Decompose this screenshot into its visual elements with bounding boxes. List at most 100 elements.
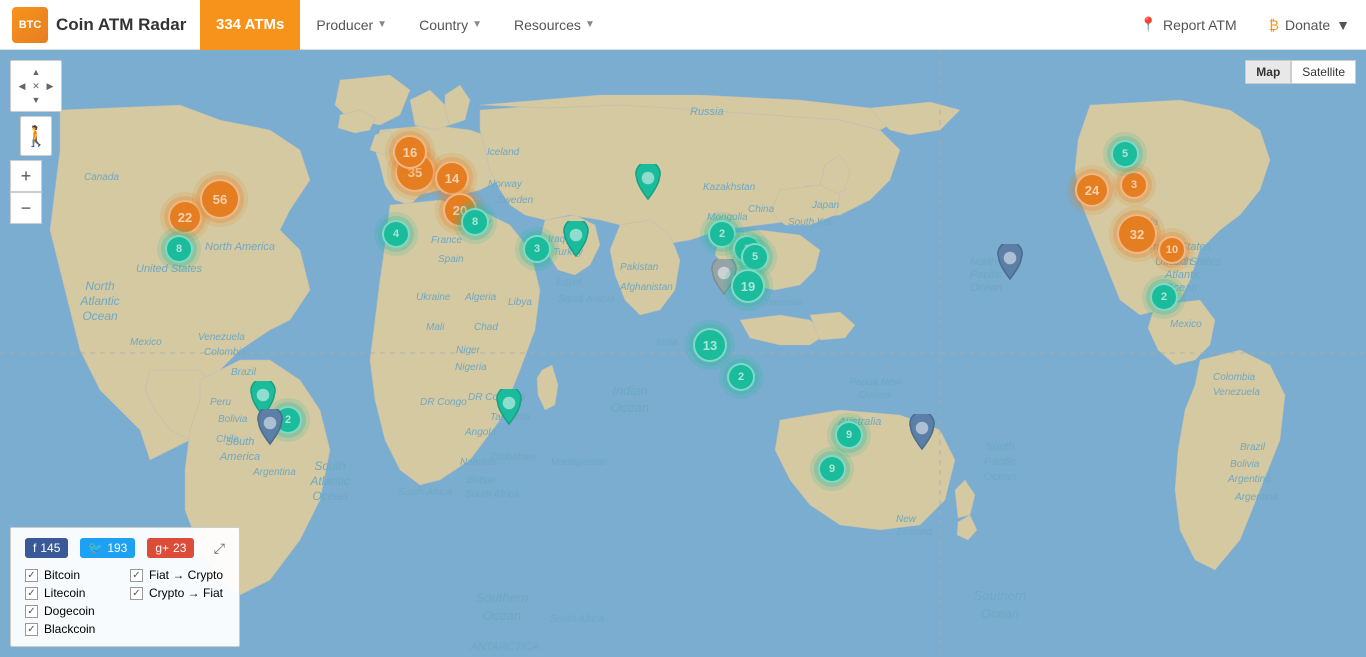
svg-text:Brazil: Brazil bbox=[231, 367, 257, 378]
map-marker[interactable]: 9 bbox=[835, 421, 863, 449]
pan-ne[interactable] bbox=[43, 65, 57, 79]
svg-text:Canada: Canada bbox=[84, 172, 119, 183]
dogecoin-checkbox[interactable] bbox=[25, 605, 38, 618]
social-share-row: f 145 🐦 193 g+ 23 ⤢ bbox=[25, 538, 225, 558]
logo-area: BTC Coin ATM Radar bbox=[0, 7, 200, 43]
svg-text:China: China bbox=[748, 204, 775, 215]
pan-s[interactable]: ▼ bbox=[29, 93, 43, 107]
report-atm-link[interactable]: 📍 Report ATM bbox=[1124, 0, 1253, 49]
map-marker[interactable]: 10 bbox=[1158, 236, 1186, 264]
map-marker[interactable]: 2 bbox=[1150, 283, 1178, 311]
svg-text:America: America bbox=[219, 451, 260, 463]
legend-bitcoin: Bitcoin bbox=[25, 568, 120, 582]
donate-link[interactable]: ₿ Donate ▼ bbox=[1253, 0, 1366, 49]
svg-text:Indian: Indian bbox=[612, 383, 647, 398]
crypto-fiat-label: Crypto → Fiat bbox=[149, 586, 223, 600]
pan-se[interactable] bbox=[43, 93, 57, 107]
map-marker[interactable]: 16 bbox=[393, 135, 427, 169]
map-marker[interactable] bbox=[562, 221, 590, 260]
svg-text:Zimbabwe: Zimbabwe bbox=[489, 452, 537, 463]
svg-text:Chile: Chile bbox=[216, 434, 239, 445]
svg-text:Mexico: Mexico bbox=[130, 337, 162, 348]
map-marker[interactable] bbox=[634, 164, 662, 203]
map-marker[interactable]: 8 bbox=[165, 235, 193, 263]
nav-country[interactable]: Country ▼ bbox=[403, 0, 498, 49]
svg-text:Ocean: Ocean bbox=[82, 309, 118, 323]
svg-text:Afghanistan: Afghanistan bbox=[619, 282, 673, 293]
bitcoin-icon: ₿ bbox=[1269, 17, 1279, 33]
map-marker[interactable]: 3 bbox=[523, 235, 551, 263]
map-controls: ▲ ◀ ✕ ▶ ▼ 🚶 + − bbox=[10, 60, 62, 224]
blackcoin-checkbox[interactable] bbox=[25, 623, 38, 636]
pan-sw[interactable] bbox=[15, 93, 29, 107]
pan-n[interactable]: ▲ bbox=[29, 65, 43, 79]
svg-text:Guinea: Guinea bbox=[859, 390, 892, 401]
svg-text:South Africa: South Africa bbox=[550, 614, 605, 625]
googleplus-icon: g+ bbox=[155, 541, 169, 555]
svg-text:Bolivia: Bolivia bbox=[1230, 459, 1260, 470]
svg-text:Saudi Arabia: Saudi Arabia bbox=[558, 294, 615, 305]
nav-resources[interactable]: Resources ▼ bbox=[498, 0, 611, 49]
map-type-satellite[interactable]: Satellite bbox=[1291, 60, 1356, 84]
legend-fiat-crypto: Fiat → Crypto bbox=[130, 568, 225, 582]
map-marker[interactable]: 9 bbox=[818, 455, 846, 483]
pan-w[interactable]: ◀ bbox=[15, 79, 29, 93]
map-marker[interactable]: 5 bbox=[1111, 140, 1139, 168]
twitter-share-button[interactable]: 🐦 193 bbox=[80, 538, 135, 558]
site-title: Coin ATM Radar bbox=[56, 15, 186, 35]
map-marker[interactable]: 4 bbox=[382, 220, 410, 248]
svg-text:Iceland: Iceland bbox=[487, 147, 520, 158]
map-marker[interactable]: 24 bbox=[1075, 173, 1109, 207]
map-marker[interactable]: 19 bbox=[731, 269, 765, 303]
bitcoin-label: Bitcoin bbox=[44, 568, 80, 582]
svg-text:Ocean: Ocean bbox=[312, 489, 348, 503]
bitcoin-checkbox[interactable] bbox=[25, 569, 38, 582]
zoom-controls: + − bbox=[10, 160, 62, 224]
svg-text:South: South bbox=[314, 459, 346, 473]
svg-text:Argentina: Argentina bbox=[1227, 474, 1271, 485]
svg-text:Niger: Niger bbox=[456, 345, 481, 356]
svg-text:Russia: Russia bbox=[690, 106, 724, 118]
svg-text:Sweden: Sweden bbox=[497, 195, 534, 206]
svg-text:Argentina: Argentina bbox=[1234, 492, 1278, 503]
pan-control[interactable]: ▲ ◀ ✕ ▶ ▼ bbox=[10, 60, 62, 112]
nav: Producer ▼ Country ▼ Resources ▼ bbox=[300, 0, 1123, 49]
crypto-fiat-checkbox[interactable] bbox=[130, 587, 143, 600]
map-marker[interactable] bbox=[996, 244, 1024, 283]
pan-e[interactable]: ▶ bbox=[43, 79, 57, 93]
street-view-control[interactable]: 🚶 bbox=[20, 116, 52, 156]
chevron-down-icon: ▼ bbox=[472, 19, 482, 30]
map-marker[interactable] bbox=[908, 414, 936, 453]
map-marker[interactable]: 13 bbox=[693, 328, 727, 362]
map-type-map[interactable]: Map bbox=[1245, 60, 1291, 84]
zoom-out-button[interactable]: − bbox=[10, 192, 42, 224]
zoom-in-button[interactable]: + bbox=[10, 160, 42, 192]
nav-producer[interactable]: Producer ▼ bbox=[300, 0, 403, 49]
map-container[interactable]: North Atlantic Ocean South Atlantic Ocea… bbox=[0, 50, 1366, 657]
svg-text:India: India bbox=[656, 337, 678, 348]
map-marker[interactable] bbox=[495, 389, 523, 428]
facebook-share-button[interactable]: f 145 bbox=[25, 538, 68, 558]
svg-text:Southern: Southern bbox=[974, 588, 1027, 603]
fiat-crypto-checkbox[interactable] bbox=[130, 569, 143, 582]
facebook-count: 145 bbox=[40, 541, 60, 555]
svg-text:Kazakhstan: Kazakhstan bbox=[703, 182, 756, 193]
svg-text:Indonesia: Indonesia bbox=[764, 297, 803, 307]
map-marker[interactable]: 56 bbox=[200, 179, 240, 219]
map-marker[interactable] bbox=[256, 409, 284, 448]
googleplus-share-button[interactable]: g+ 23 bbox=[147, 538, 194, 558]
svg-text:Ukraine: Ukraine bbox=[416, 292, 451, 303]
svg-text:Egypt: Egypt bbox=[556, 277, 583, 288]
svg-text:North: North bbox=[970, 256, 997, 268]
atm-count-badge[interactable]: 334 ATMs bbox=[200, 0, 300, 50]
expand-button[interactable]: ⤢ bbox=[214, 540, 225, 557]
pan-nw[interactable] bbox=[15, 65, 29, 79]
chevron-down-icon: ▼ bbox=[585, 19, 595, 30]
svg-text:Mali: Mali bbox=[426, 322, 445, 333]
map-marker[interactable]: 2 bbox=[727, 363, 755, 391]
facebook-icon: f bbox=[33, 541, 36, 555]
legend-panel: f 145 🐦 193 g+ 23 ⤢ Bitcoin Fiat → Crypt… bbox=[10, 527, 240, 647]
map-marker[interactable]: 8 bbox=[461, 208, 489, 236]
litecoin-checkbox[interactable] bbox=[25, 587, 38, 600]
svg-text:New: New bbox=[896, 514, 917, 525]
